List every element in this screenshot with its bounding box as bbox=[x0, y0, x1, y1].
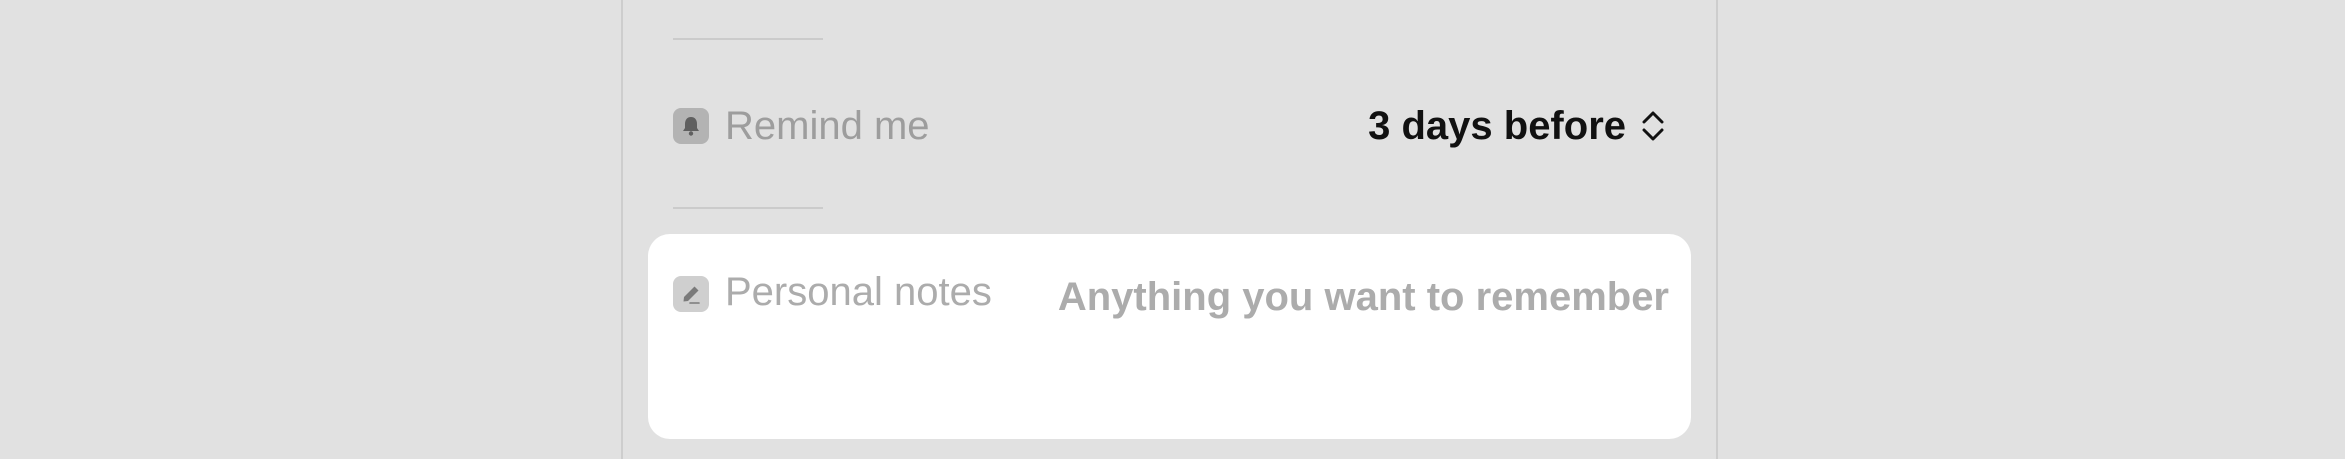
chevron-up-down-icon bbox=[1640, 108, 1666, 144]
row-divider bbox=[673, 38, 823, 40]
personal-notes-row: Personal notes bbox=[673, 270, 1669, 322]
remind-me-label: Remind me bbox=[725, 103, 930, 148]
bell-icon bbox=[673, 108, 709, 144]
personal-notes-label: Personal notes bbox=[725, 270, 992, 314]
reminder-select-value: 3 days before bbox=[1368, 103, 1626, 148]
personal-notes-input[interactable] bbox=[1031, 272, 1669, 322]
personal-notes-card[interactable]: Personal notes bbox=[648, 234, 1691, 439]
reminder-select[interactable]: 3 days before bbox=[1368, 104, 1666, 149]
pencil-icon bbox=[673, 276, 709, 312]
row-divider bbox=[673, 207, 823, 209]
remind-me-row[interactable]: Remind me 3 days before bbox=[673, 92, 1666, 160]
form-panel: Remind me 3 days before Personal notes bbox=[621, 0, 1718, 459]
